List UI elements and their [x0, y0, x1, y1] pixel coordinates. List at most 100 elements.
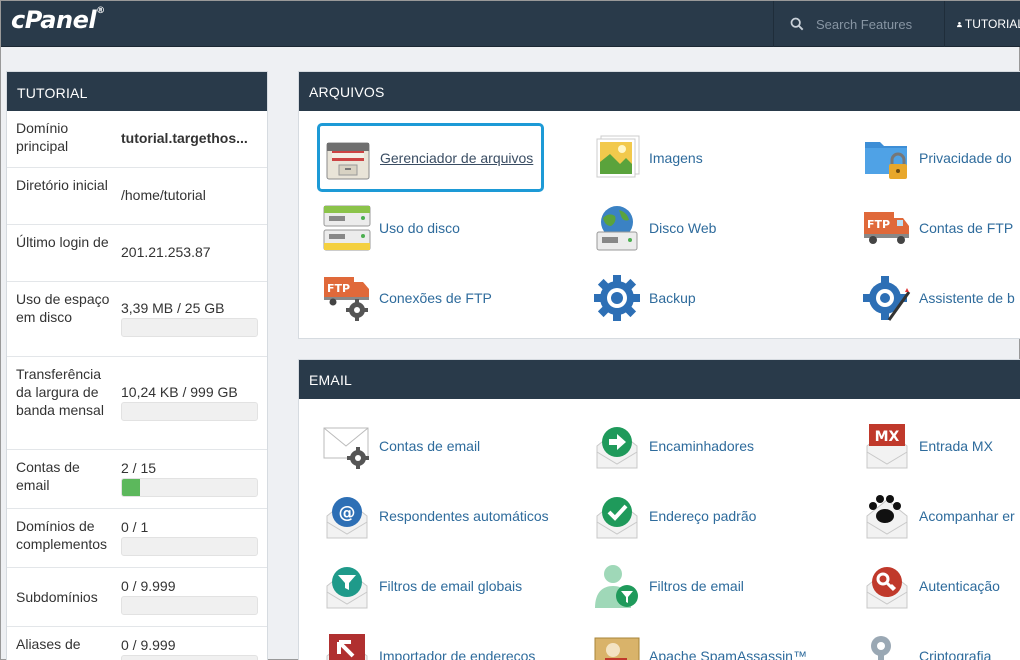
- tool-label: Assistente de b: [919, 290, 1015, 306]
- tool-label: Autenticação: [919, 578, 1000, 594]
- authentication-icon: [862, 561, 912, 611]
- ftp-truck-icon: FTP: [862, 203, 912, 253]
- forwarders-link[interactable]: Encaminhadores: [592, 417, 754, 475]
- default-address-icon: [592, 491, 642, 541]
- stat-row-home-dir: Diretório inicial /home/tutorial: [7, 168, 267, 225]
- stat-label: Uso de espaço em disco: [16, 291, 110, 325]
- addon-domains-bar: [121, 537, 258, 556]
- file-manager-link[interactable]: Gerenciador de arquivos: [317, 123, 545, 192]
- tool-label: Respondentes automáticos: [379, 508, 549, 524]
- disk-usage-icon: [322, 203, 372, 253]
- files-section-title: ARQUIVOS: [299, 72, 1020, 111]
- stat-row-subdomains: Subdomínios 0 / 9.999: [7, 568, 267, 627]
- stats-sidebar: TUTORIAL Domínio principal tutorial.targ…: [6, 71, 268, 660]
- tool-label: Apache SpamAssassin™: [649, 648, 807, 660]
- backup-wizard-link[interactable]: Assistente de b: [862, 269, 1015, 327]
- bandwidth-bar: [121, 402, 258, 421]
- forwarders-icon: [592, 421, 642, 471]
- stat-row-addon-domains: Domínios de complementos 0 / 1: [7, 509, 267, 568]
- svg-text:FTP: FTP: [327, 282, 350, 295]
- autoresponder-icon: @: [322, 491, 372, 541]
- email-section-title: EMAIL: [299, 360, 1020, 399]
- tool-label: Acompanhar er: [919, 508, 1015, 524]
- stat-row-disk-usage: Uso de espaço em disco 3,39 MB / 25 GB: [7, 282, 267, 357]
- stat-row-primary-domain: Domínio principal tutorial.targethos...: [7, 111, 267, 168]
- track-delivery-link[interactable]: Acompanhar er: [862, 487, 1015, 545]
- tool-label: Filtros de email globais: [379, 578, 523, 594]
- email-filters-link[interactable]: Filtros de email: [592, 557, 744, 615]
- track-delivery-icon: [862, 491, 912, 541]
- images-link[interactable]: Imagens: [592, 129, 703, 187]
- tool-label: Imagens: [649, 150, 703, 166]
- ftp-accounts-link[interactable]: FTP Contas de FTP: [862, 199, 1013, 257]
- stat-row-aliases: Aliases de 0 / 9.999: [7, 627, 267, 660]
- web-disk-link[interactable]: Disco Web: [592, 199, 716, 257]
- stat-label: Domínios de complementos: [16, 518, 108, 552]
- search-input[interactable]: [816, 16, 936, 32]
- backup-link[interactable]: Backup: [592, 269, 696, 327]
- autoresponders-link[interactable]: @ Respondentes automáticos: [322, 487, 549, 545]
- address-importer-link[interactable]: Importador de endereços: [322, 627, 535, 660]
- stat-label: Domínio principal: [16, 120, 69, 154]
- global-email-filters-link[interactable]: Filtros de email globais: [322, 557, 522, 615]
- encryption-icon: [862, 631, 912, 660]
- aliases-bar: [121, 655, 258, 660]
- authentication-link[interactable]: Autenticação: [862, 557, 1000, 615]
- tool-label: Entrada MX: [919, 438, 993, 454]
- directory-privacy-link[interactable]: Privacidade do: [862, 129, 1012, 187]
- web-disk-icon: [592, 203, 642, 253]
- stat-label: Contas de email: [16, 459, 80, 493]
- email-accounts-bar: [121, 478, 258, 497]
- stat-value: 201.21.253.87: [121, 244, 211, 260]
- stat-row-last-login: Último login de 201.21.253.87: [7, 225, 267, 282]
- stat-label: Subdomínios: [16, 589, 98, 605]
- tool-label: Privacidade do: [919, 150, 1012, 166]
- stat-row-email-accounts: Contas de email 2 / 15: [7, 450, 267, 509]
- tool-label: Criptografia: [919, 648, 992, 660]
- ftp-gear-icon: FTP: [322, 273, 372, 323]
- folder-lock-icon: [862, 133, 912, 183]
- user-menu[interactable]: TUTORIAL: [944, 1, 1020, 47]
- global-filter-icon: [322, 561, 372, 611]
- ftp-connections-link[interactable]: FTP Conexões de FTP: [322, 269, 492, 327]
- stat-value: tutorial.targethos...: [121, 130, 248, 146]
- tool-label: Contas de email: [379, 438, 481, 454]
- mx-entry-link[interactable]: MX Entrada MX: [862, 417, 993, 475]
- default-address-link[interactable]: Endereço padrão: [592, 487, 756, 545]
- tool-label: Encaminhadores: [649, 438, 755, 454]
- user-icon: [957, 21, 962, 27]
- spamassassin-link[interactable]: Apache SpamAssassin™: [592, 627, 807, 660]
- tool-label: Disco Web: [649, 220, 717, 236]
- tool-label: Conexões de FTP: [379, 290, 492, 306]
- stat-row-bandwidth: Transferência da largura de banda mensal…: [7, 357, 267, 450]
- cpanel-logo[interactable]: cPanel®: [11, 6, 105, 34]
- email-accounts-icon: [322, 421, 372, 471]
- disk-usage-link[interactable]: Uso do disco: [322, 199, 460, 257]
- images-icon: [592, 133, 642, 183]
- svg-text:@: @: [339, 503, 356, 523]
- top-bar: cPanel® TUTORIAL: [1, 1, 1020, 47]
- backup-wizard-icon: [862, 273, 912, 323]
- email-panel: EMAIL Contas de email Encaminhadores MX …: [298, 359, 1020, 660]
- svg-text:FTP: FTP: [867, 218, 890, 231]
- subdomains-bar: [121, 596, 258, 615]
- encryption-link[interactable]: Criptografia: [862, 627, 991, 660]
- tool-label: Uso do disco: [379, 220, 460, 236]
- search-icon: [790, 17, 804, 31]
- backup-gear-icon: [592, 273, 642, 323]
- sidebar-title: TUTORIAL: [7, 72, 267, 111]
- stat-value: /home/tutorial: [121, 187, 206, 203]
- tool-label: Contas de FTP: [919, 220, 1014, 236]
- tool-label: Importador de endereços: [379, 648, 536, 660]
- email-accounts-link[interactable]: Contas de email: [322, 417, 480, 475]
- spamassassin-icon: [592, 631, 642, 660]
- stat-label: Diretório inicial: [16, 177, 108, 193]
- mx-entry-icon: MX: [862, 421, 912, 471]
- file-cabinet-icon: [323, 133, 373, 183]
- search-box: [773, 1, 943, 47]
- email-filter-icon: [592, 561, 642, 611]
- tool-label: Filtros de email: [649, 578, 744, 594]
- stat-label: Aliases de: [16, 636, 81, 652]
- disk-usage-bar: [121, 318, 258, 337]
- svg-text:MX: MX: [875, 429, 900, 445]
